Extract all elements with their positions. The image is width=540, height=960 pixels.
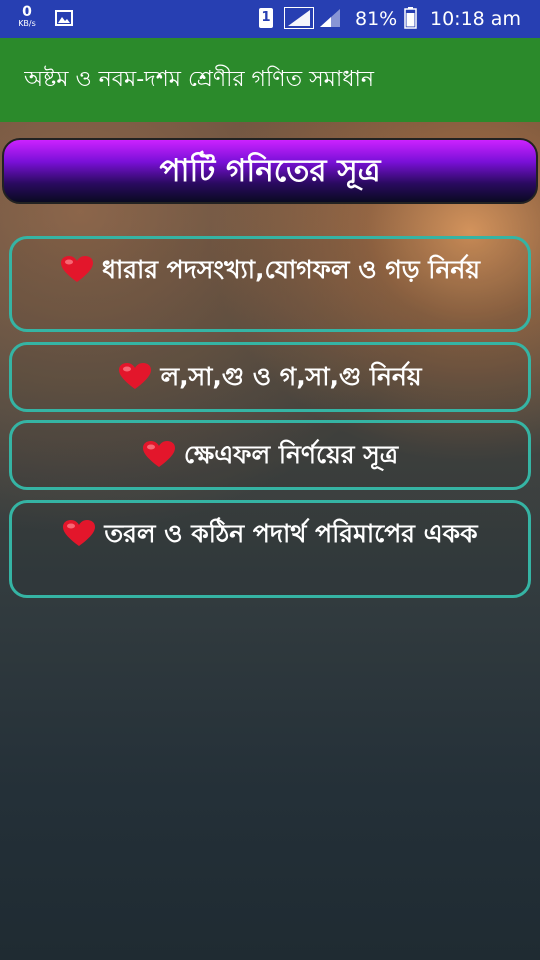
menu-item-lcm-hcf[interactable]: ল,সা,গু ও গ,সা,গু নির্নয় bbox=[9, 342, 531, 412]
heart-icon bbox=[142, 441, 175, 467]
network-speed: 0 KB/s bbox=[14, 5, 40, 28]
heart-icon bbox=[60, 256, 93, 282]
heart-icon bbox=[119, 363, 152, 389]
signal-icon-secondary bbox=[320, 9, 340, 27]
network-speed-unit: KB/s bbox=[18, 19, 36, 28]
network-speed-value: 0 bbox=[22, 4, 32, 20]
menu-item-series-sum-average[interactable]: ধারার পদসংখ্যা,যোগফল ও গড় নির্নয় bbox=[9, 236, 531, 332]
menu-item-label: ক্ষেএফল নির্ণয়ের সূত্র bbox=[183, 440, 399, 469]
sim-icon: 1 bbox=[259, 8, 273, 28]
menu-item-label: ধারার পদসংখ্যা,যোগফল ও গড় নির্নয় bbox=[101, 255, 481, 284]
menu-item-measurement-units[interactable]: তরল ও কঠিন পদার্থ পরিমাপের একক bbox=[9, 500, 531, 598]
section-title: পাটি গনিতের সূত্র bbox=[159, 153, 381, 189]
menu-item-area-formula[interactable]: ক্ষেএফল নির্ণয়ের সূত্র bbox=[9, 420, 531, 490]
battery-icon bbox=[404, 7, 417, 29]
signal-icon bbox=[284, 7, 314, 29]
section-header: পাটি গনিতের সূত্র bbox=[2, 138, 538, 204]
heart-icon bbox=[63, 520, 96, 546]
app-bar: অষ্টম ও নবম-দশম শ্রেণীর গণিত সমাধান bbox=[0, 38, 540, 122]
status-bar: 0 KB/s 1 81% 10:18 am bbox=[0, 0, 540, 38]
gallery-icon bbox=[55, 10, 73, 26]
menu-item-label: তরল ও কঠিন পদার্থ পরিমাপের একক bbox=[104, 519, 478, 548]
menu-item-label: ল,সা,গু ও গ,সা,গু নির্নয় bbox=[160, 362, 422, 391]
clock: 10:18 am bbox=[430, 8, 521, 30]
app-title: অষ্টম ও নবম-দশম শ্রেণীর গণিত সমাধান bbox=[24, 67, 375, 92]
main-content: পাটি গনিতের সূত্র ধারার পদসংখ্যা,যোগফল ও… bbox=[0, 122, 540, 960]
battery-percent: 81% bbox=[355, 8, 398, 30]
